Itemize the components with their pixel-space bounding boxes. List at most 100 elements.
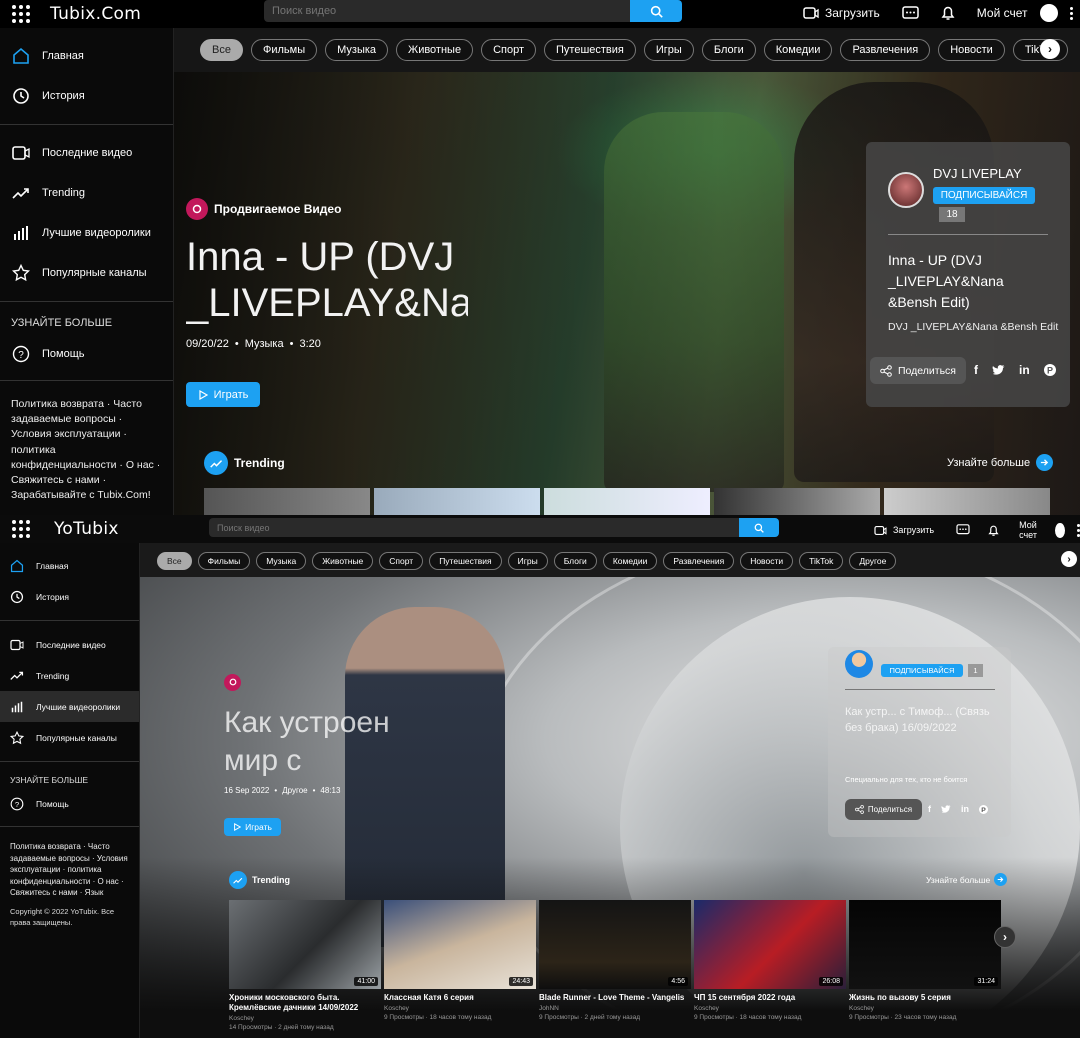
category-chip[interactable]: Игры [643, 39, 694, 61]
video-card[interactable]: 26:08 ЧП 15 сентября 2022 года Koschey 9 Пр… [694, 900, 846, 1031]
more-link[interactable]: Узнайте больше [926, 873, 1008, 886]
video-card[interactable]: 4:56 Blade Runner - Love Theme - Vangelis… [539, 900, 691, 1031]
category-chip[interactable]: Блоги [701, 39, 756, 61]
video-card[interactable]: 31:24 Жизнь по вызову 5 серия Koschey 9 Про… [849, 900, 1001, 1031]
channel-avatar[interactable] [888, 172, 924, 208]
category-chip[interactable]: Музыка [325, 39, 389, 61]
footer-links[interactable]: Политика возврата · Часто задаваемые воп… [0, 389, 173, 504]
site-logo[interactable]: Tubix.Com [50, 4, 141, 24]
channel-name[interactable]: DVJ LIVEPLAY [933, 166, 1022, 181]
sidebar-item-latest[interactable]: Последние видео [0, 629, 139, 660]
video-title[interactable]: Хроники московского быта. Кремлёвские да… [229, 993, 381, 1013]
category-chip[interactable]: Развлечения [663, 552, 735, 570]
sidebar-item-trending[interactable]: Trending [0, 660, 139, 691]
linkedin-icon[interactable]: in [961, 804, 969, 814]
video-card[interactable]: 24:43 Классная Катя 6 серия Koschey 9 Просм… [384, 900, 536, 1031]
chips-next-button[interactable]: › [1040, 39, 1060, 59]
video-title[interactable]: Классная Катя 6 серия [384, 993, 536, 1003]
card-video-title[interactable]: Inna - UP (DVJ _LIVEPLAY&Nana &Bensh Edi… [888, 250, 1048, 313]
category-chip[interactable]: Комедии [763, 39, 833, 61]
twitter-icon[interactable] [941, 804, 951, 814]
sidebar-item-latest[interactable]: Последние видео [0, 133, 173, 173]
search-button[interactable] [739, 518, 779, 537]
category-chip[interactable]: Игры [507, 552, 548, 570]
category-chip[interactable]: Музыка [256, 552, 307, 570]
more-link[interactable]: Узнайте больше [947, 454, 1054, 471]
account-menu[interactable]: Мой счет [977, 4, 1073, 22]
category-chip[interactable]: TikTok [799, 552, 844, 570]
category-chip[interactable]: Фильмы [197, 552, 251, 570]
sidebar-item-trending[interactable]: Trending [0, 173, 173, 213]
share-button[interactable]: Поделиться [845, 799, 922, 820]
channel-avatar[interactable] [845, 650, 873, 678]
video-thumbnail[interactable] [714, 488, 880, 515]
video-title[interactable]: Жизнь по вызову 5 серия [849, 993, 1001, 1003]
video-thumbnail[interactable]: 4:56 [539, 900, 691, 989]
sidebar-item-history[interactable]: История [0, 581, 139, 612]
chips-next-button[interactable]: › [1061, 551, 1077, 567]
category-chip[interactable]: Развлечения [840, 39, 931, 61]
twitter-icon[interactable] [992, 364, 1005, 376]
category-chip[interactable]: Спорт [481, 39, 537, 61]
play-button[interactable]: Играть [186, 382, 260, 407]
category-chip[interactable]: Животные [312, 552, 374, 570]
video-channel[interactable]: Koschey [384, 1005, 536, 1012]
sidebar-item-help[interactable]: ? Помощь [0, 336, 173, 372]
upload-button[interactable]: Загрузить [803, 6, 880, 20]
sidebar-item-popular-channels[interactable]: Популярные каналы [0, 253, 173, 293]
category-chip[interactable]: Фильмы [250, 39, 318, 61]
video-channel[interactable]: JohNN [539, 1005, 691, 1012]
notifications-button[interactable] [988, 524, 999, 537]
sidebar-item-home[interactable]: Главная [0, 550, 139, 581]
sidebar-item-top-videos[interactable]: Лучшие видеоролики [0, 213, 173, 253]
messages-button[interactable] [902, 5, 919, 21]
category-chip[interactable]: Все [200, 39, 243, 61]
category-chip[interactable]: Путешествия [429, 552, 502, 570]
video-channel[interactable]: Koschey [694, 1005, 846, 1012]
trending-next-button[interactable]: › [994, 926, 1016, 948]
video-title[interactable]: Blade Runner - Love Theme - Vangelis [539, 993, 691, 1003]
apps-grid-icon[interactable] [12, 520, 30, 538]
sidebar-item-history[interactable]: История [0, 76, 173, 116]
category-chip[interactable]: Блоги [553, 552, 597, 570]
video-card[interactable]: 41:00 Хроники московского быта. Кремлёвск… [229, 900, 381, 1031]
category-chip[interactable]: Животные [396, 39, 474, 61]
video-thumbnail[interactable]: 24:43 [384, 900, 536, 989]
subscribe-button[interactable]: ПОДПИСЫВАЙСЯ [933, 187, 1035, 204]
category-chip[interactable]: Путешествия [544, 39, 636, 61]
category-chip[interactable]: Новости [740, 552, 794, 570]
search-input[interactable] [264, 0, 630, 22]
video-thumbnail[interactable]: 31:24 [849, 900, 1001, 989]
account-menu[interactable]: Мой счет [1019, 520, 1080, 540]
video-thumbnail[interactable] [204, 488, 370, 515]
video-thumbnail[interactable]: 26:08 [694, 900, 846, 989]
play-button[interactable]: Играть [224, 818, 281, 836]
subscribe-button[interactable]: ПОДПИСЫВАЙСЯ [881, 664, 963, 677]
pinterest-icon[interactable]: P [1043, 364, 1056, 376]
linkedin-icon[interactable]: in [1019, 363, 1030, 377]
search-button[interactable] [630, 0, 682, 22]
footer-links[interactable]: Политика возврата · Часто задаваемые воп… [0, 835, 139, 899]
messages-button[interactable] [956, 524, 970, 536]
search-input[interactable] [209, 518, 739, 537]
category-chip[interactable]: Комедии [602, 552, 658, 570]
sidebar-item-home[interactable]: Главная [0, 36, 173, 76]
category-chip[interactable]: Спорт [379, 552, 424, 570]
card-video-title[interactable]: Как устр... с Тимоф... (Связь без брака)… [845, 704, 995, 736]
pinterest-icon[interactable]: P [979, 804, 988, 814]
video-thumbnail[interactable] [374, 488, 540, 515]
sidebar-item-popular-channels[interactable]: Популярные каналы [0, 722, 139, 753]
facebook-icon[interactable]: f [974, 363, 978, 377]
apps-grid-icon[interactable] [12, 5, 30, 23]
site-logo[interactable]: YoTubix [54, 519, 119, 539]
video-thumbnail[interactable] [884, 488, 1050, 515]
sidebar-item-help[interactable]: ? Помощь [0, 790, 139, 818]
category-chip[interactable]: Все [157, 552, 192, 570]
video-thumbnail[interactable] [544, 488, 710, 515]
category-chip[interactable]: Другое [849, 552, 897, 570]
more-vertical-icon[interactable] [1069, 6, 1073, 20]
video-channel[interactable]: Koschey [849, 1005, 1001, 1012]
facebook-icon[interactable]: f [928, 804, 931, 814]
notifications-button[interactable] [941, 5, 955, 21]
video-title[interactable]: ЧП 15 сентября 2022 года [694, 993, 846, 1003]
